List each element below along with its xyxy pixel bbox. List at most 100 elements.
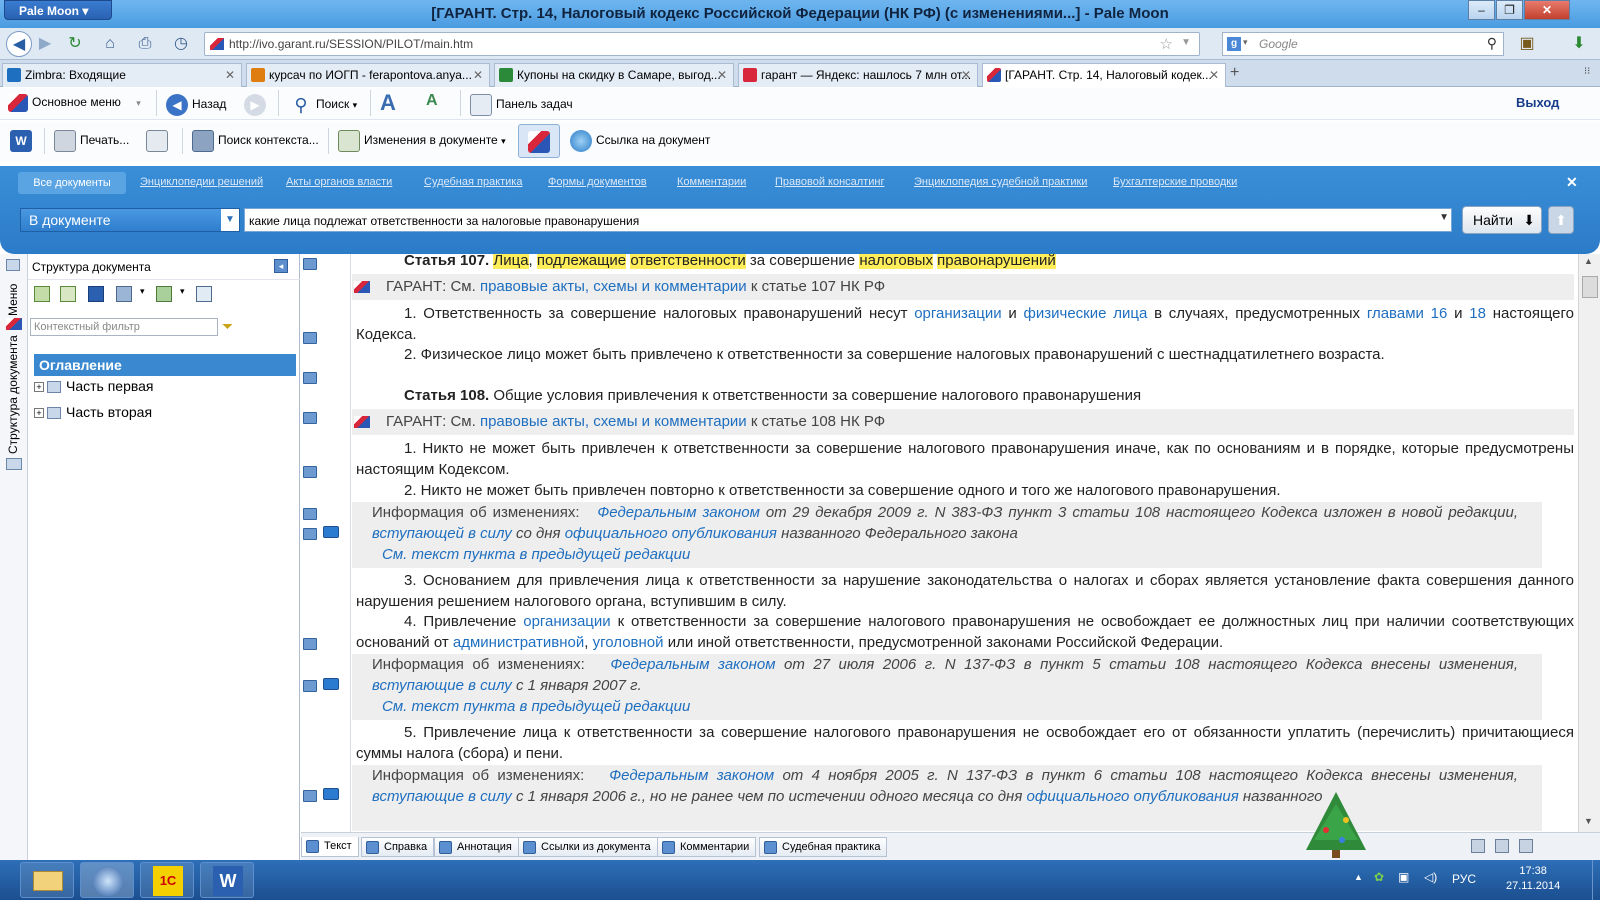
bookmark-icon[interactable] [303, 332, 317, 344]
expand-plus-icon[interactable]: + [34, 408, 44, 419]
publication-link[interactable]: официального опубликования [1027, 788, 1239, 805]
collapse-panel-icon[interactable]: ◂ [274, 259, 288, 273]
word-icon[interactable]: W [200, 862, 254, 898]
organizations-link[interactable]: организации [914, 305, 1001, 322]
doc-tab-court-practice[interactable]: Судебная практика [759, 837, 888, 857]
bookmark-icon[interactable] [303, 258, 317, 270]
search-tab-forms[interactable]: Формы документов [548, 176, 647, 188]
chevron-down-icon[interactable]: ▾ [140, 286, 145, 297]
bookmark-icon[interactable] [303, 790, 317, 802]
bookmark-icon[interactable] [303, 372, 317, 384]
app-tray-icon[interactable]: ✿ [1374, 870, 1384, 884]
view-icon[interactable] [1495, 839, 1509, 853]
search-tab-acts[interactable]: Акты органов власти [286, 176, 392, 188]
view-icon[interactable] [1519, 839, 1533, 853]
font-increase-icon[interactable]: A [380, 90, 396, 116]
doc-tab-comments[interactable]: Комментарии [657, 837, 757, 857]
garant-mark-button[interactable] [518, 124, 560, 158]
side-tab-structure[interactable]: Структура документа [6, 335, 20, 454]
exit-link[interactable]: Выход [1516, 95, 1559, 110]
administrative-link[interactable]: административной [453, 634, 584, 651]
search-icon[interactable]: ⚲ [1487, 35, 1497, 52]
tab-kursach[interactable]: курсач по ИОГП - ferapontova.anya... ✕ [246, 63, 490, 87]
close-tab-icon[interactable]: ✕ [961, 68, 971, 82]
publication-link[interactable]: официального опубликования [565, 525, 777, 542]
doc-tab-links[interactable]: Ссылки из документа [518, 837, 658, 857]
forward-arrow-icon[interactable]: ▶ [32, 31, 58, 57]
pale-moon-icon[interactable] [80, 862, 134, 898]
doc-tab-info[interactable]: Справка [361, 837, 435, 857]
search-tab-court[interactable]: Судебная практика [424, 176, 522, 188]
export-icon[interactable] [116, 286, 132, 302]
scroll-down-icon[interactable]: ▼ [1584, 816, 1593, 826]
chevron-down-icon[interactable]: ▼ [1181, 37, 1191, 48]
bookmarks-icon[interactable]: ▣ [1514, 31, 1540, 57]
toc-item-part1[interactable]: + Часть первая [34, 378, 154, 394]
search-query-input[interactable]: какие лица подлежат ответственности за н… [244, 208, 1452, 232]
effective-link[interactable]: вступающие в силу [372, 677, 512, 694]
history-icon[interactable]: ◷ [168, 31, 194, 57]
tab-coupons[interactable]: Купоны на скидку в Самаре, выгод... ✕ [494, 63, 734, 87]
previous-edition-link[interactable]: См. текст пункта в предыдущей редакции [382, 698, 690, 715]
organization-link[interactable]: организации [523, 613, 610, 630]
federal-law-link[interactable]: Федеральным законом [610, 656, 775, 673]
legal-acts-link[interactable]: правовые акты, схемы и комментарии [480, 413, 747, 430]
comment-icon[interactable] [323, 788, 339, 800]
download-icon[interactable]: ⬇ [1566, 31, 1592, 57]
scrollbar-thumb[interactable] [1582, 276, 1598, 298]
close-tab-icon[interactable]: ✕ [225, 68, 235, 82]
bookmark-icon[interactable] [303, 680, 317, 692]
close-icon[interactable]: ✕ [1566, 174, 1578, 191]
clock[interactable]: 17:38 27.11.2014 [1506, 864, 1560, 894]
close-tab-icon[interactable]: ✕ [1209, 68, 1219, 82]
tab-garant-active[interactable]: [ГАРАНТ. Стр. 14, Налоговый кодек... ✕ [982, 63, 1226, 87]
view-icon[interactable] [1471, 839, 1485, 853]
comment-icon[interactable] [323, 678, 339, 690]
tab-list-icon[interactable]: ⁝⁝ [1584, 66, 1590, 77]
maximize-button[interactable]: ❐ [1496, 0, 1523, 20]
search-tab-accounting[interactable]: Бухгалтерские проводки [1113, 176, 1237, 188]
google-icon[interactable]: g [1227, 37, 1241, 51]
1c-icon[interactable]: 1C [140, 862, 194, 898]
tab-yandex[interactable]: гарант — Яндекс: нашлось 7 млн от... ✕ [738, 63, 978, 87]
toc-item-part2[interactable]: + Часть вторая [34, 404, 152, 420]
web-search-input[interactable]: g ▾ Google ⚲ [1222, 32, 1504, 56]
show-desktop-button[interactable] [1592, 860, 1600, 900]
doc-link-button[interactable]: Ссылка на документ [570, 130, 710, 152]
search-menu-button[interactable]: ⚲ Поиск ▾ [290, 94, 357, 116]
federal-law-link[interactable]: Федеральным законом [609, 767, 774, 784]
tray-expand-icon[interactable]: ▲ [1354, 872, 1363, 882]
back-button[interactable]: ◀ Назад [166, 94, 226, 116]
find-previous-button[interactable]: ⬆ [1548, 206, 1574, 234]
context-filter-input[interactable]: Контекстный фильтр [30, 318, 218, 336]
search-scope-select[interactable]: В документе ▼ [20, 208, 240, 232]
search-tab-all[interactable]: Все документы [18, 172, 126, 194]
bookmark-icon[interactable] [303, 466, 317, 478]
language-indicator[interactable]: РУС [1452, 872, 1476, 886]
back-arrow-icon[interactable]: ◀ [6, 31, 32, 57]
expand-all-icon[interactable] [34, 286, 50, 302]
context-search-button[interactable]: Поиск контекста... [192, 130, 319, 152]
criminal-link[interactable]: уголовной [593, 634, 664, 651]
side-tab-menu[interactable]: Меню [6, 284, 20, 316]
print-icon[interactable]: ⎙ [132, 31, 158, 57]
chevron-down-icon[interactable]: ▾ [1243, 37, 1248, 48]
tab-zimbra[interactable]: Zimbra: Входящие ✕ [2, 63, 242, 87]
minimize-button[interactable]: – [1468, 0, 1495, 20]
reload-icon[interactable]: ↻ [62, 31, 88, 57]
doc-changes-button[interactable]: Изменения в документе ▾ [338, 130, 506, 152]
collapse-all-icon[interactable] [60, 286, 76, 302]
bookmark-icon[interactable] [303, 638, 317, 650]
close-window-button[interactable]: ✕ [1524, 0, 1570, 20]
preview-button[interactable] [146, 130, 172, 152]
file-explorer-icon[interactable] [20, 862, 74, 898]
individuals-link[interactable]: физические лица [1024, 305, 1148, 322]
volume-icon[interactable]: ◁) [1424, 870, 1437, 884]
bookmark-icon[interactable] [303, 412, 317, 424]
chapter-16-link[interactable]: главами 16 [1367, 305, 1448, 322]
url-field[interactable]: http://ivo.garant.ru/SESSION/PILOT/main.… [204, 32, 1200, 56]
chapter-18-link[interactable]: 18 [1469, 305, 1486, 322]
search-tab-consulting[interactable]: Правовой консалтинг [775, 176, 884, 188]
comment-icon[interactable] [323, 526, 339, 538]
word-export-button[interactable]: W [10, 130, 36, 152]
